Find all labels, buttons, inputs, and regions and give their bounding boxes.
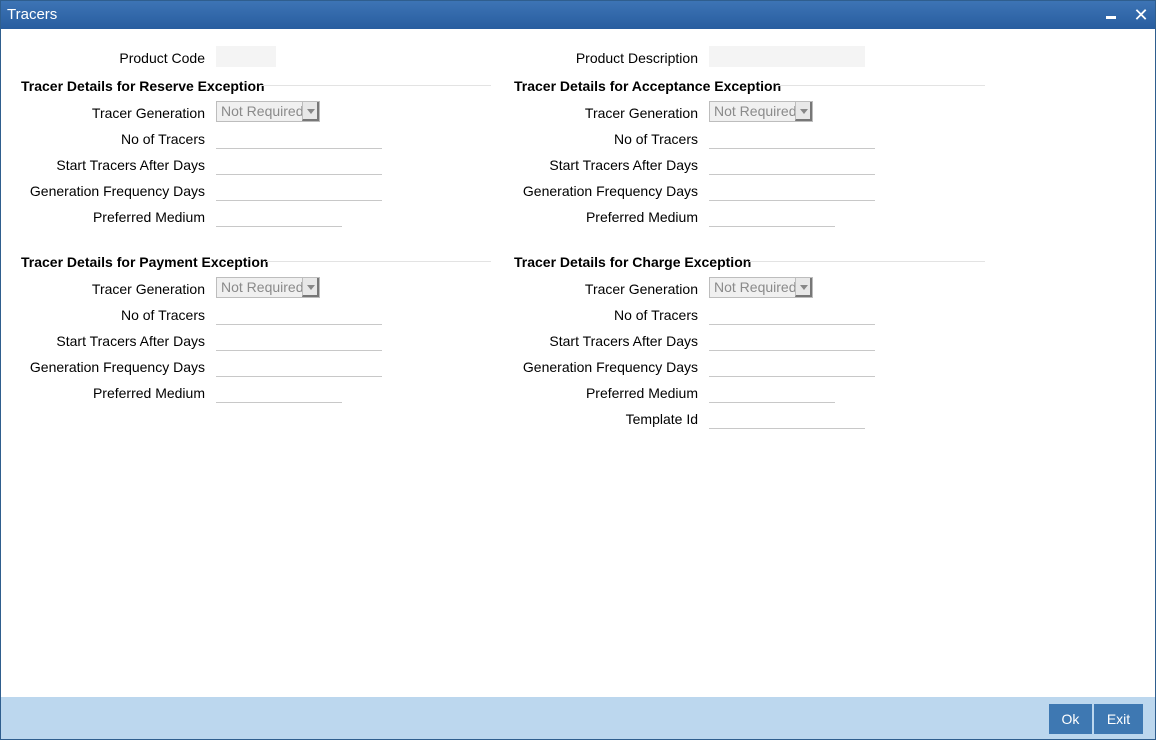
acceptance-tracer-generation-select[interactable]: Not Required (709, 101, 813, 122)
product-description-label: Product Description (575, 50, 698, 66)
acceptance-tracer-generation-value: Not Required (714, 103, 797, 119)
payment-tracer-generation-value: Not Required (221, 279, 304, 295)
acceptance-frequency-days-field[interactable] (709, 180, 875, 201)
acceptance-preferred-medium-label: Preferred Medium (585, 209, 698, 225)
chevron-down-icon[interactable] (302, 102, 319, 121)
payment-start-after-days-label: Start Tracers After Days (56, 333, 205, 349)
title-bar: Tracers ✕ (1, 1, 1155, 29)
close-icon[interactable]: ✕ (1129, 3, 1153, 27)
chevron-down-icon[interactable] (302, 278, 319, 297)
payment-no-of-tracers-field[interactable] (216, 304, 382, 325)
ok-button[interactable]: Ok (1049, 704, 1092, 734)
reserve-frequency-days-label: Generation Frequency Days (29, 183, 205, 199)
chevron-down-icon[interactable] (795, 102, 812, 121)
charge-frequency-days-field[interactable] (709, 356, 875, 377)
payment-tracer-generation-select[interactable]: Not Required (216, 277, 320, 298)
charge-section-divider (749, 261, 985, 262)
reserve-tracer-generation-select[interactable]: Not Required (216, 101, 320, 122)
charge-start-after-days-label: Start Tracers After Days (549, 333, 698, 349)
chevron-down-icon[interactable] (795, 278, 812, 297)
charge-start-after-days-field[interactable] (709, 330, 875, 351)
acceptance-start-after-days-label: Start Tracers After Days (549, 157, 698, 173)
acceptance-tracer-generation-label: Tracer Generation (584, 105, 698, 121)
charge-template-id-label: Template Id (625, 411, 698, 427)
charge-tracer-generation-select[interactable]: Not Required (709, 277, 813, 298)
charge-tracer-generation-label: Tracer Generation (584, 281, 698, 297)
payment-preferred-medium-label: Preferred Medium (92, 385, 205, 401)
payment-no-of-tracers-label: No of Tracers (120, 307, 205, 323)
payment-frequency-days-field[interactable] (216, 356, 382, 377)
footer-bar (1, 697, 1155, 739)
payment-section-title: Tracer Details for Payment Exception (21, 254, 269, 270)
window-title: Tracers (7, 6, 58, 23)
acceptance-no-of-tracers-field[interactable] (709, 128, 875, 149)
payment-tracer-generation-label: Tracer Generation (91, 281, 205, 297)
acceptance-start-after-days-field[interactable] (709, 154, 875, 175)
tracers-window: Tracers ✕ Product Code Product Descripti… (0, 0, 1156, 740)
reserve-no-of-tracers-field[interactable] (216, 128, 382, 149)
payment-section-divider (266, 261, 491, 262)
minimize-icon[interactable] (1099, 3, 1123, 27)
product-code-field[interactable] (216, 46, 276, 67)
reserve-preferred-medium-label: Preferred Medium (92, 209, 205, 225)
reserve-tracer-generation-label: Tracer Generation (91, 105, 205, 121)
payment-preferred-medium-field[interactable] (216, 382, 342, 403)
reserve-preferred-medium-field[interactable] (216, 206, 342, 227)
reserve-start-after-days-label: Start Tracers After Days (56, 157, 205, 173)
acceptance-no-of-tracers-label: No of Tracers (613, 131, 698, 147)
exit-button[interactable]: Exit (1094, 704, 1143, 734)
acceptance-section-title: Tracer Details for Acceptance Exception (514, 78, 782, 94)
charge-template-id-field[interactable] (709, 408, 865, 429)
product-description-field[interactable] (709, 46, 865, 67)
reserve-tracer-generation-value: Not Required (221, 103, 304, 119)
reserve-no-of-tracers-label: No of Tracers (120, 131, 205, 147)
charge-no-of-tracers-field[interactable] (709, 304, 875, 325)
charge-tracer-generation-value: Not Required (714, 279, 797, 295)
reserve-frequency-days-field[interactable] (216, 180, 382, 201)
payment-start-after-days-field[interactable] (216, 330, 382, 351)
product-code-label: Product Code (119, 50, 205, 66)
reserve-start-after-days-field[interactable] (216, 154, 382, 175)
charge-preferred-medium-field[interactable] (709, 382, 835, 403)
acceptance-section-divider (777, 85, 985, 86)
charge-preferred-medium-label: Preferred Medium (585, 385, 698, 401)
charge-frequency-days-label: Generation Frequency Days (522, 359, 698, 375)
charge-no-of-tracers-label: No of Tracers (613, 307, 698, 323)
acceptance-preferred-medium-field[interactable] (709, 206, 835, 227)
payment-frequency-days-label: Generation Frequency Days (29, 359, 205, 375)
reserve-section-divider (261, 85, 491, 86)
reserve-section-title: Tracer Details for Reserve Exception (21, 78, 265, 94)
charge-section-title: Tracer Details for Charge Exception (514, 254, 752, 270)
acceptance-frequency-days-label: Generation Frequency Days (522, 183, 698, 199)
